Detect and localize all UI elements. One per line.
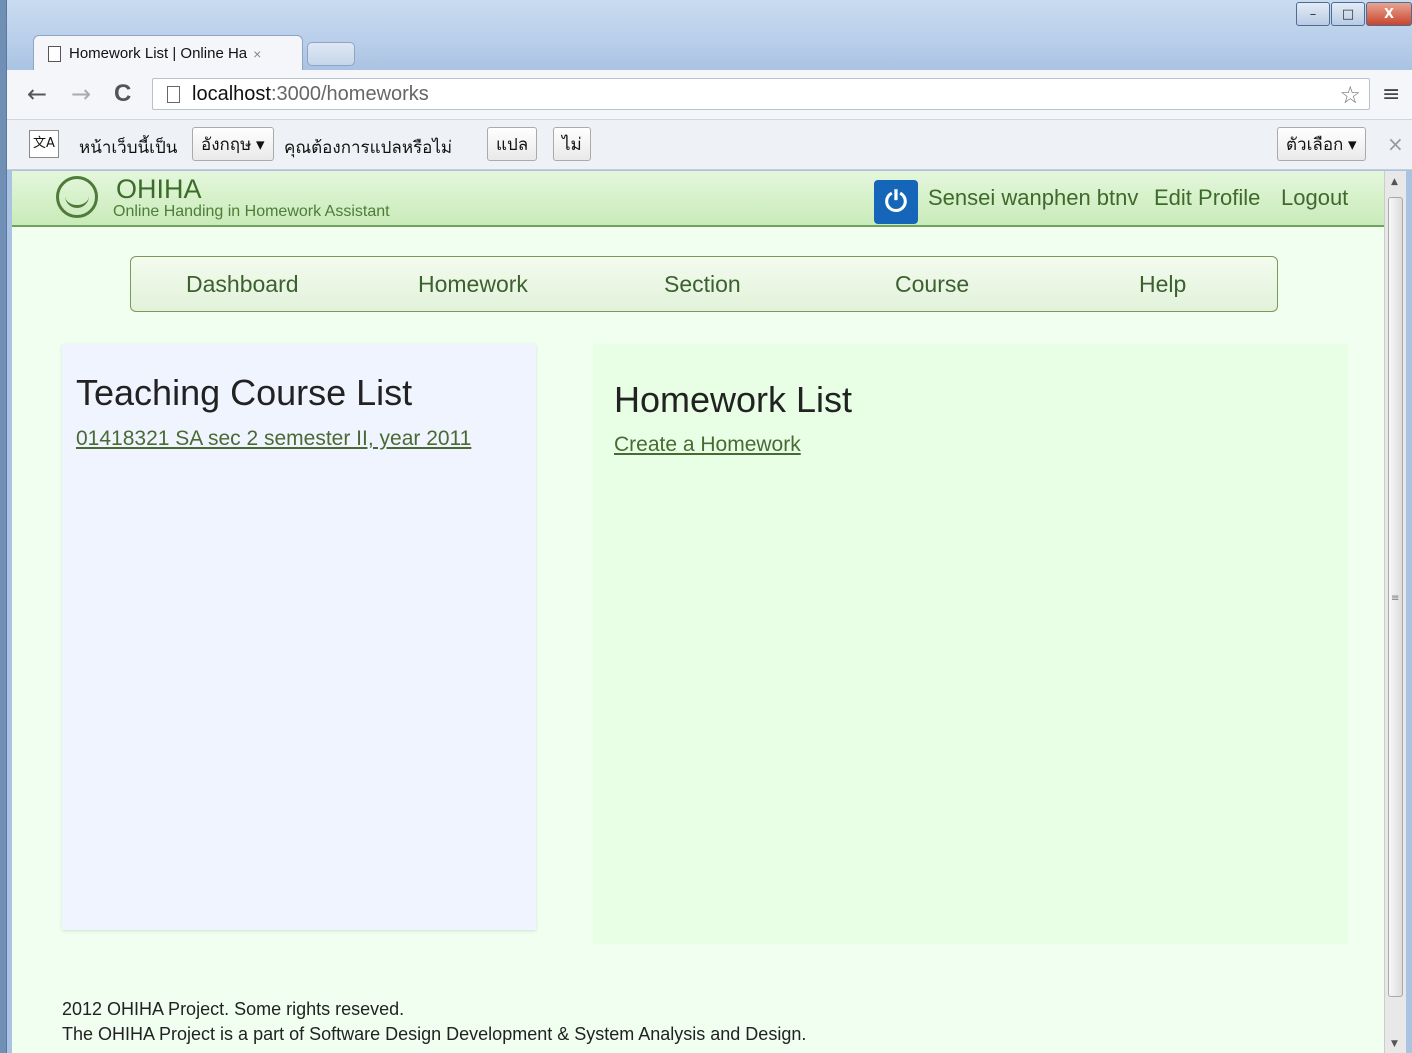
teaching-course-panel: Teaching Course List 01418321 SA sec 2 s…	[62, 344, 536, 930]
main-nav: Dashboard Homework Section Course Help	[130, 256, 1278, 312]
page-icon	[48, 45, 61, 62]
translate-question: คุณต้องการแปลหรือไม่	[284, 138, 453, 157]
page-content: OHIHA Online Handing in Homework Assista…	[12, 171, 1384, 1053]
course-link[interactable]: 01418321 SA sec 2 semester II, year 2011	[76, 427, 471, 451]
url-path: :3000/homeworks	[270, 82, 429, 105]
page-icon	[167, 85, 180, 103]
no-translate-button[interactable]: ไม่	[553, 127, 591, 161]
nav-homework[interactable]: Homework	[418, 271, 528, 298]
forward-icon[interactable]: →	[71, 80, 91, 108]
url-host: localhost	[192, 82, 271, 105]
menu-icon[interactable]: ≡	[1382, 82, 1400, 107]
scroll-down-icon[interactable]: ▼	[1391, 1039, 1398, 1049]
tab-close-icon[interactable]: ×	[253, 46, 261, 62]
maximize-button[interactable]: □	[1331, 2, 1365, 26]
homework-list-panel: Homework List Create a Homework	[593, 344, 1348, 944]
logo-title[interactable]: OHIHA	[116, 174, 202, 205]
vertical-scrollbar[interactable]: ▲ ≡ ▼	[1384, 171, 1406, 1053]
site-footer: 2012 OHIHA Project. Some rights reseved.…	[62, 997, 806, 1047]
site-header: OHIHA Online Handing in Homework Assista…	[12, 171, 1384, 227]
bookmark-star-icon[interactable]: ☆	[1339, 81, 1361, 109]
tab-title: Homework List | Online Ha	[69, 45, 248, 62]
power-icon[interactable]: ⏻	[874, 180, 918, 224]
footer-note: The OHIHA Project is a part of Software …	[62, 1024, 807, 1044]
translate-button[interactable]: แปล	[487, 127, 538, 161]
translate-page-is: หน้าเว็บนี้เป็น	[79, 138, 178, 157]
scroll-grip-icon: ≡	[1391, 593, 1400, 604]
scroll-up-icon[interactable]: ▲	[1391, 177, 1398, 187]
back-icon[interactable]: ←	[27, 80, 47, 108]
user-name-link[interactable]: Sensei wanphen btnv	[928, 185, 1138, 211]
logo-subtitle: Online Handing in Homework Assistant	[113, 203, 390, 220]
minimize-button[interactable]: –	[1296, 2, 1330, 26]
new-tab-button[interactable]	[307, 42, 355, 66]
panel-title: Teaching Course List	[76, 372, 413, 413]
language-select[interactable]: อังกฤษ ▾	[192, 127, 274, 161]
browser-tab[interactable]: Homework List | Online Ha ×	[33, 35, 303, 71]
create-homework-link[interactable]: Create a Homework	[614, 433, 801, 457]
logo-icon[interactable]	[56, 176, 98, 218]
nav-course[interactable]: Course	[895, 271, 969, 298]
translate-options-button[interactable]: ตัวเลือก ▾	[1277, 127, 1366, 161]
reload-icon[interactable]: C	[114, 80, 131, 108]
browser-toolbar: ← → C localhost:3000/homeworks ☆ ≡	[7, 70, 1412, 120]
nav-dashboard[interactable]: Dashboard	[186, 271, 299, 298]
window-controls: – □ X	[1295, 2, 1412, 26]
close-window-button[interactable]: X	[1366, 2, 1412, 26]
edit-profile-link[interactable]: Edit Profile	[1154, 185, 1260, 211]
logout-link[interactable]: Logout	[1281, 185, 1348, 211]
footer-copyright: 2012 OHIHA Project. Some rights reseved.	[62, 999, 405, 1019]
close-icon[interactable]: ×	[1387, 132, 1404, 156]
translate-icon: 文A	[29, 130, 59, 158]
address-bar[interactable]: localhost:3000/homeworks ☆	[152, 78, 1370, 110]
page-title: Homework List	[614, 379, 853, 420]
nav-section[interactable]: Section	[664, 271, 741, 298]
nav-help[interactable]: Help	[1139, 271, 1186, 298]
translate-bar: 文A หน้าเว็บนี้เป็น อังกฤษ ▾ คุณต้องการแป…	[7, 120, 1412, 170]
